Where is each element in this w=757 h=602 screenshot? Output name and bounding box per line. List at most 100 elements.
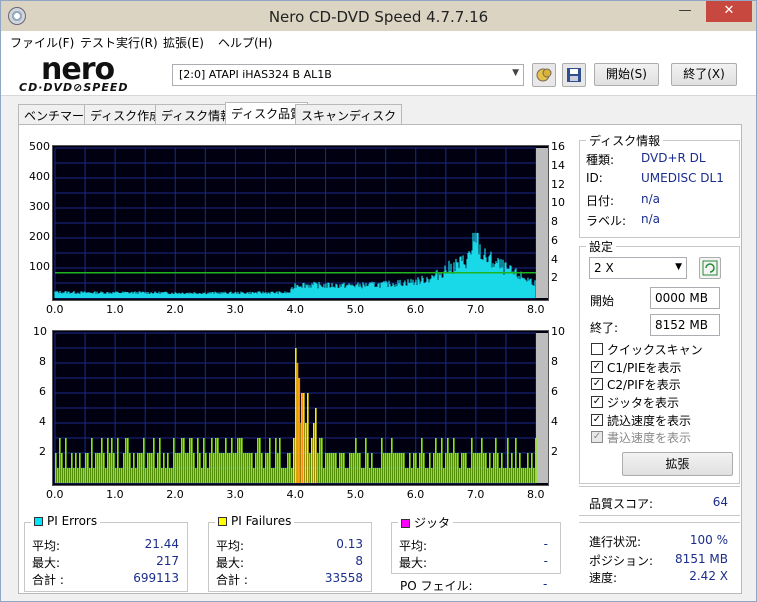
quality-score-group: 品質スコア: 64 <box>579 486 740 516</box>
progress-group: 進行状況: 100 % ポジション: 8151 MB 速度: 2.42 X <box>579 522 740 592</box>
pif-bar <box>341 453 343 483</box>
refresh-icon <box>702 260 718 276</box>
pif-bar <box>181 438 183 483</box>
eject-refresh-button[interactable] <box>532 63 556 87</box>
y-left-tick-label: 10 <box>33 325 47 338</box>
menu-test[interactable]: テスト実行(R) <box>80 34 158 51</box>
close-button[interactable]: ✕ <box>706 1 752 22</box>
show-jitter-label: ジッタを表示 <box>607 396 680 410</box>
pif-bar <box>263 468 265 483</box>
pif-bar <box>521 468 523 483</box>
pif-bar <box>279 438 281 483</box>
pif-bar <box>513 468 515 483</box>
pif-bar <box>277 453 279 483</box>
pif-bar <box>409 453 411 483</box>
y-left-tick-label: 100 <box>29 260 50 273</box>
pif-bar <box>509 468 511 483</box>
pi-failures-total-label: 合計 : <box>216 573 248 587</box>
menu-help[interactable]: ヘルプ(H) <box>218 34 272 51</box>
chevron-down-icon: ▼ <box>675 262 682 272</box>
pif-peak-bar <box>298 378 301 483</box>
speed-select[interactable]: 2 X ▼ <box>589 257 687 279</box>
pif-bar <box>429 453 431 483</box>
pif-bar <box>457 453 459 483</box>
end-mb-input[interactable]: 8152 MB <box>650 314 720 336</box>
pif-bar <box>59 438 61 483</box>
drive-select[interactable]: [2:0] ATAPI iHAS324 B AL1B ▼ <box>172 64 524 86</box>
pif-bar <box>85 453 87 483</box>
tab-scan-disc[interactable]: スキャンディスク <box>295 104 403 125</box>
show-write-speed-label: 書込速度を表示 <box>607 431 692 445</box>
pif-bar <box>89 468 91 483</box>
y-left-tick-label: 200 <box>29 230 50 243</box>
y-right-tick-label: 8 <box>551 215 558 228</box>
show-jitter-checkbox[interactable]: ✓ <box>591 396 603 408</box>
pif-bar <box>473 453 475 483</box>
pif-bar <box>459 468 461 483</box>
pif-bar <box>439 453 441 483</box>
pif-bar <box>209 453 211 483</box>
pi-failures-total: 33558 <box>324 571 363 585</box>
menu-extend[interactable]: 拡張(E) <box>163 34 204 51</box>
pif-bar <box>291 468 293 483</box>
pif-bar <box>381 438 383 483</box>
pif-bar <box>345 468 347 483</box>
menu-file[interactable]: ファイル(F) <box>10 34 74 51</box>
speed-label: 速度: <box>589 571 618 585</box>
pif-bar <box>461 453 463 483</box>
pif-bar <box>141 453 143 483</box>
pie-chart <box>52 145 549 301</box>
pif-bar <box>387 453 389 483</box>
pif-bar <box>405 468 407 483</box>
pif-bar <box>175 453 177 483</box>
right-margin <box>536 333 548 483</box>
speed-value: 2.42 X <box>689 569 728 583</box>
y-right-tick-label: 8 <box>551 355 558 368</box>
pif-bar <box>369 468 371 483</box>
start-button[interactable]: 開始(S) <box>594 63 659 86</box>
start-label: 開始 <box>590 294 615 308</box>
y-right-tick-label: 4 <box>551 252 558 266</box>
pif-bar <box>79 453 81 483</box>
save-button[interactable] <box>562 63 586 87</box>
pif-bar <box>455 453 457 483</box>
show-pif-checkbox[interactable]: ✓ <box>591 378 603 390</box>
pif-bar <box>329 453 331 483</box>
pif-bar <box>331 453 333 483</box>
progress-status-label: 進行状況: <box>589 535 642 549</box>
pif-bar <box>67 468 69 483</box>
pif-bar <box>483 453 485 483</box>
pif-bar <box>87 453 89 483</box>
pif-bar <box>365 438 367 483</box>
pif-bar <box>147 453 149 483</box>
pif-bar <box>81 468 83 483</box>
quick-scan-label: クイックスキャン <box>607 343 703 357</box>
expand-button[interactable]: 拡張 <box>622 452 733 476</box>
start-mb-input[interactable]: 0000 MB <box>650 287 720 309</box>
refresh-speed-button[interactable] <box>699 257 721 279</box>
x-tick-label: 0.0 <box>46 488 64 501</box>
pif-bar <box>337 468 339 483</box>
minimize-button[interactable]: — <box>672 1 698 22</box>
exit-button[interactable]: 終了(X) <box>671 63 737 86</box>
pif-bar <box>205 453 207 483</box>
position-value: 8151 MB <box>675 552 728 566</box>
pif-bar <box>215 438 217 483</box>
quick-scan-checkbox[interactable] <box>591 343 603 355</box>
pi-failures-max-label: 最大: <box>216 556 245 570</box>
y-left-tick-label: 500 <box>29 140 50 153</box>
pif-bar <box>445 453 447 483</box>
pif-bar <box>185 453 187 483</box>
pif-bar <box>401 453 403 483</box>
pif-bar <box>467 468 469 483</box>
pif-bar <box>191 438 193 483</box>
pif-bar <box>367 453 369 483</box>
pif-bar <box>219 453 221 483</box>
pif-bar <box>503 468 505 483</box>
show-pie-checkbox[interactable]: ✓ <box>591 361 603 373</box>
pif-bar <box>137 453 139 483</box>
menu-bar: ファイル(F) テスト実行(R) 拡張(E) ヘルプ(H) <box>1 31 756 52</box>
pif-bar <box>475 453 477 483</box>
show-read-speed-checkbox[interactable]: ✓ <box>591 414 603 426</box>
pif-bar <box>395 453 397 483</box>
